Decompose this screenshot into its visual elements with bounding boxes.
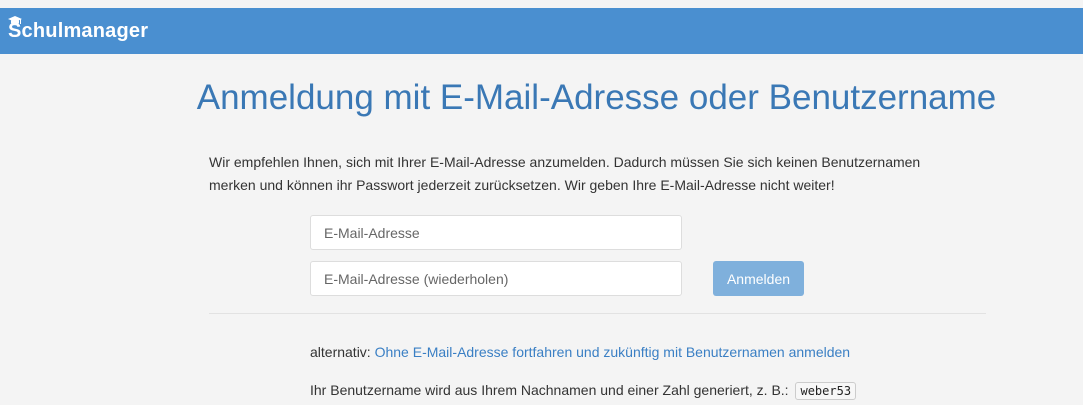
top-navbar: Schulmanager xyxy=(0,8,1083,54)
alternative-prefix: alternativ: xyxy=(310,344,375,360)
intro-text: Wir empfehlen Ihnen, sich mit Ihrer E-Ma… xyxy=(209,154,921,193)
divider xyxy=(209,313,986,314)
username-info: Ihr Benutzername wird aus Ihrem Nachname… xyxy=(310,382,857,400)
continue-without-email-link[interactable]: Ohne E-Mail-Adresse fortfahren und zukün… xyxy=(375,344,850,360)
login-button[interactable]: Anmelden xyxy=(713,261,804,296)
alternative-line: alternativ: Ohne E-Mail-Adresse fortfahr… xyxy=(310,344,850,360)
email-repeat-field[interactable] xyxy=(310,261,682,296)
brand-name: Schulmanager xyxy=(8,20,149,42)
username-info-text: Ihr Benutzername wird aus Ihrem Nachname… xyxy=(310,382,789,398)
graduation-cap-icon xyxy=(8,16,22,24)
username-example: weber53 xyxy=(795,382,857,400)
page-title: Anmeldung mit E-Mail-Adresse oder Benutz… xyxy=(196,78,997,117)
brand-logo[interactable]: Schulmanager xyxy=(8,16,149,43)
email-field[interactable] xyxy=(310,215,682,250)
